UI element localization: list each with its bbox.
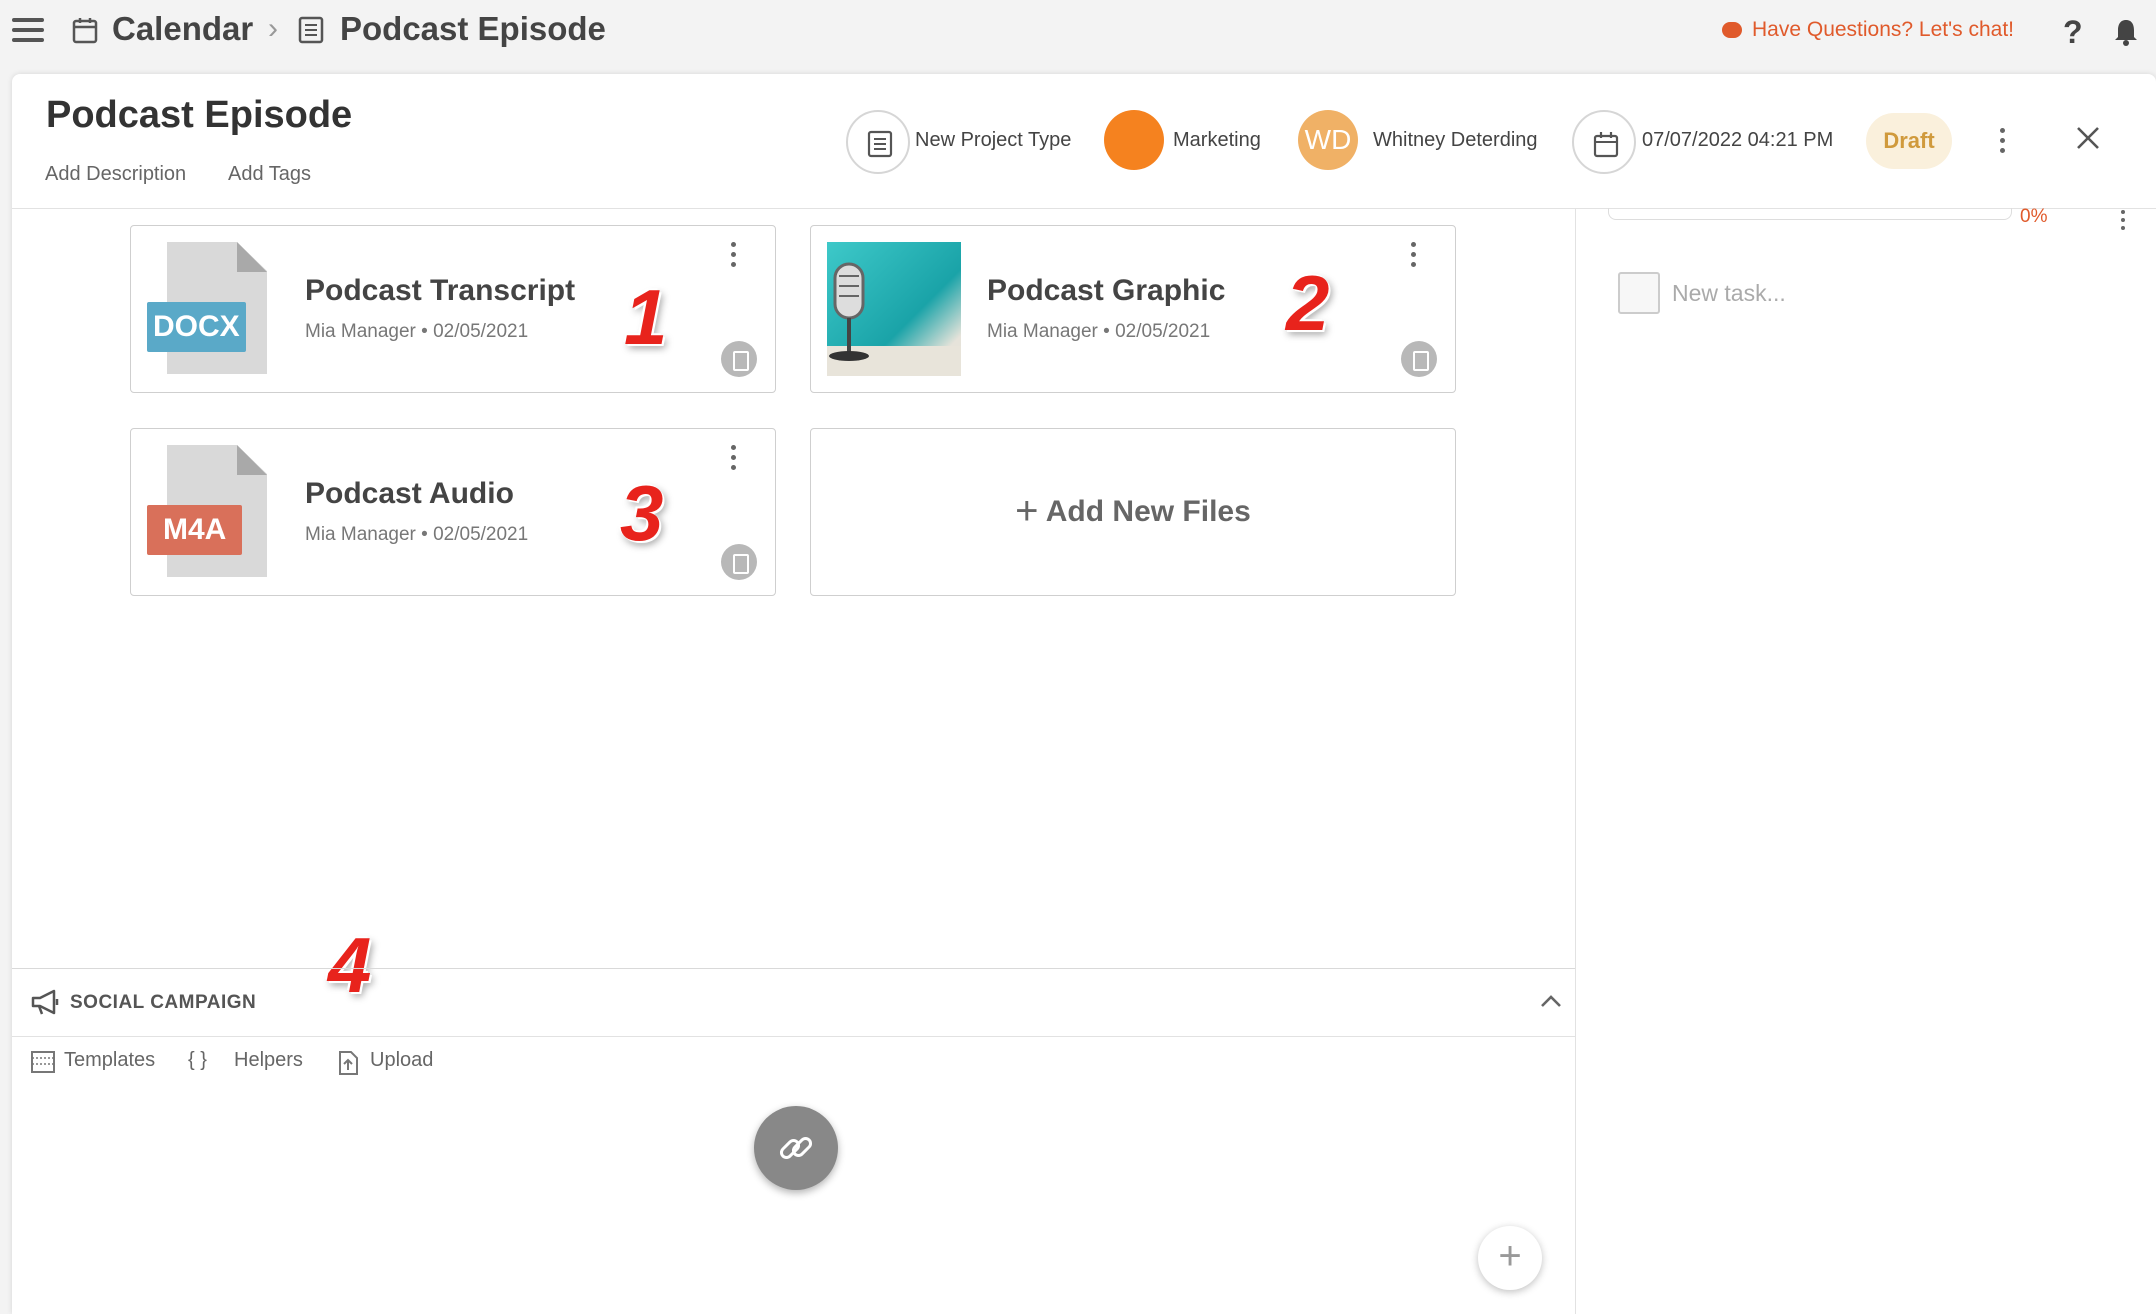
file-meta: Mia Manager • 02/05/2021 <box>987 321 1211 342</box>
add-description-link[interactable]: Add Description <box>45 163 186 186</box>
team-color-dot[interactable] <box>1104 110 1164 170</box>
chat-link-label: Have Questions? Let's chat! <box>1752 18 2014 41</box>
file-fold <box>237 445 267 475</box>
owner-name[interactable]: Whitney Deterding <box>1373 129 1538 152</box>
task-progress-label: 0% <box>2020 206 2048 227</box>
file-type-badge: DOCX <box>147 302 246 352</box>
team-label[interactable]: Marketing <box>1173 129 1261 152</box>
hamburger-menu-icon[interactable] <box>12 18 44 44</box>
list-document-icon <box>867 130 893 158</box>
calendar-icon <box>1593 132 1619 158</box>
close-icon[interactable] <box>2076 126 2100 150</box>
chat-bubble-icon <box>1722 22 1742 38</box>
social-divider <box>12 968 1575 969</box>
tasks-more-icon[interactable] <box>2121 210 2125 234</box>
templates-button[interactable]: Templates <box>64 1049 155 1072</box>
new-task-checkbox[interactable] <box>1618 272 1660 314</box>
annotation-marker: 4 <box>328 921 372 1009</box>
file-card[interactable]: M4A Podcast Audio Mia Manager • 02/05/20… <box>130 428 776 596</box>
chat-link[interactable]: Have Questions? Let's chat! <box>1722 18 2014 42</box>
bell-icon[interactable] <box>2114 18 2138 46</box>
upload-button[interactable]: Upload <box>370 1049 433 1072</box>
social-campaign-label: SOCIAL CAMPAIGN <box>70 992 257 1013</box>
trash-icon[interactable] <box>721 341 757 377</box>
trash-icon[interactable] <box>1401 341 1437 377</box>
breadcrumb-calendar[interactable]: Calendar <box>112 10 253 48</box>
link-button[interactable] <box>754 1106 838 1190</box>
breadcrumb-chevron-icon: › <box>268 12 278 45</box>
chevron-up-icon[interactable] <box>1540 994 1562 1008</box>
megaphone-icon <box>31 989 59 1015</box>
project-title[interactable]: Podcast Episode <box>46 94 352 137</box>
plus-icon: + <box>1015 489 1039 533</box>
task-progress-bar <box>1608 208 2012 220</box>
due-date-button[interactable] <box>1572 110 1636 174</box>
owner-avatar[interactable]: WD <box>1298 110 1358 170</box>
add-new-files-button[interactable]: + Add New Files <box>810 428 1456 596</box>
file-card[interactable]: Podcast Graphic Mia Manager • 02/05/2021 <box>810 225 1456 393</box>
trash-icon[interactable] <box>721 544 757 580</box>
file-more-icon[interactable] <box>731 242 736 272</box>
microphone-thumbnail <box>827 242 961 376</box>
top-bar: Calendar › Podcast Episode Have Question… <box>0 0 2156 68</box>
add-post-button[interactable]: + <box>1478 1226 1542 1290</box>
curly-braces-icon[interactable]: { } <box>188 1049 207 1072</box>
help-icon[interactable]: ? <box>2063 14 2083 51</box>
file-more-icon[interactable] <box>731 445 736 475</box>
helpers-button[interactable]: Helpers <box>234 1049 303 1072</box>
file-name[interactable]: Podcast Transcript <box>305 274 575 308</box>
project-panel: Podcast Episode Add Description Add Tags… <box>12 74 2156 1314</box>
new-task-input[interactable] <box>1672 274 2072 312</box>
document-icon <box>298 16 324 44</box>
more-options-icon[interactable] <box>2000 128 2005 158</box>
annotation-marker: 1 <box>624 273 668 361</box>
upload-icon[interactable] <box>336 1050 360 1076</box>
project-type-label[interactable]: New Project Type <box>915 129 1071 152</box>
file-meta: Mia Manager • 02/05/2021 <box>305 524 529 545</box>
file-fold <box>237 242 267 272</box>
file-meta: Mia Manager • 02/05/2021 <box>305 321 529 342</box>
templates-icon[interactable] <box>30 1050 56 1074</box>
file-type-badge: M4A <box>147 505 243 555</box>
toolbar-divider <box>12 1036 1575 1037</box>
status-badge[interactable]: Draft <box>1866 113 1952 169</box>
annotation-marker: 2 <box>1286 259 1330 347</box>
file-name[interactable]: Podcast Audio <box>305 477 514 511</box>
link-icon <box>779 1136 813 1160</box>
file-more-icon[interactable] <box>1411 242 1416 272</box>
calendar-icon <box>72 18 98 44</box>
column-divider <box>1575 208 1576 1314</box>
annotation-marker: 3 <box>620 469 664 557</box>
breadcrumb-current: Podcast Episode <box>340 10 606 47</box>
add-tags-link[interactable]: Add Tags <box>228 163 311 186</box>
project-type-button[interactable] <box>846 110 910 174</box>
add-new-files-label: Add New Files <box>1045 495 1251 528</box>
file-name[interactable]: Podcast Graphic <box>987 274 1225 308</box>
due-date-label[interactable]: 07/07/2022 04:21 PM <box>1642 129 1833 152</box>
file-card[interactable]: DOCX Podcast Transcript Mia Manager • 02… <box>130 225 776 393</box>
microphone-icon <box>827 262 961 376</box>
